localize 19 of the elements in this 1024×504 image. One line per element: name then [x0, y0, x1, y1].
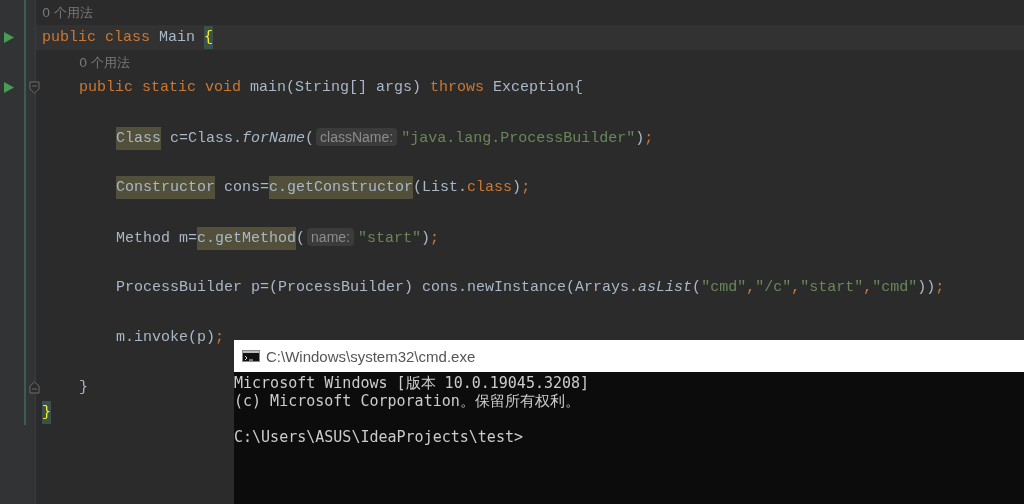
code-line: Class c=Class.forName( className: "java.lang.ProcessBuilder"); [116, 128, 654, 147]
code-line: public class Main { [42, 29, 214, 46]
code-line: } [79, 379, 88, 396]
run-icon[interactable] [4, 82, 14, 93]
code-line: Constructor cons=c.getConstructor(List.class); [116, 179, 531, 196]
console-output: Microsoft Windows [版本 10.0.19045.3208] [234, 374, 591, 392]
window-title: C:\Windows\system32\cmd.exe [266, 347, 476, 365]
console-prompt: C:\Users\ASUS\IdeaProjects\test> [234, 428, 524, 446]
fold-icon[interactable] [29, 81, 40, 94]
usage-hint: 0 个用法 [42, 3, 94, 22]
console-output: (c) Microsoft Corporation。保留所有权利。 [234, 392, 581, 410]
usage-hint: 0 个用法 [79, 53, 131, 72]
run-icon[interactable] [4, 32, 14, 43]
terminal-icon [242, 350, 260, 362]
fold-icon[interactable] [29, 381, 40, 394]
code-line: Method m=c.getMethod( name: "start"); [116, 228, 440, 247]
code-line: ProcessBuilder p=(ProcessBuilder) cons.newInstance(Arrays.asList("cmd","/c","start","cmd")); [116, 279, 945, 296]
code-line: public static void main(String[] args) throws Exception{ [79, 79, 584, 96]
code-line: m.invoke(p); [116, 329, 225, 346]
